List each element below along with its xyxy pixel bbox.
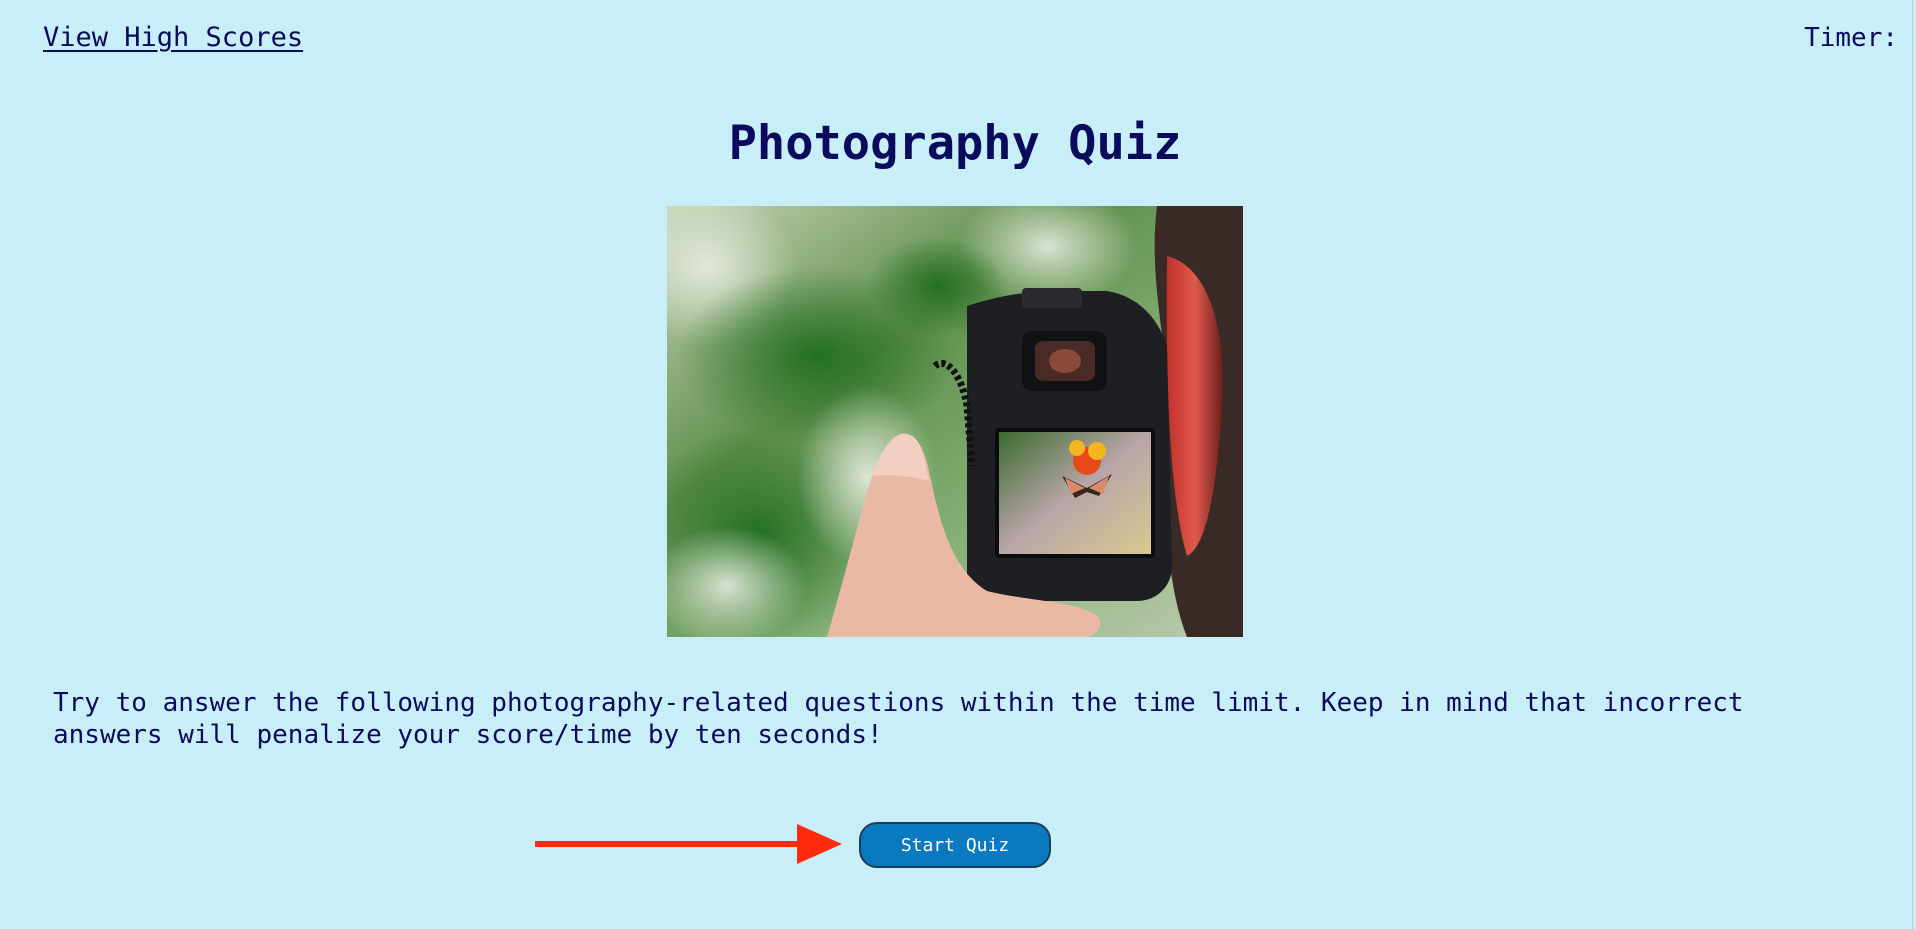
page-title: Photography Quiz xyxy=(728,116,1182,171)
start-quiz-button[interactable]: Start Quiz xyxy=(859,822,1051,868)
timer-label: Timer: xyxy=(1804,23,1898,53)
quiz-description: Try to answer the following photography-… xyxy=(53,688,1744,750)
timer: Timer: xyxy=(1804,23,1906,53)
window-edge xyxy=(1912,0,1916,929)
arrow-right-icon xyxy=(535,824,842,864)
hero-image xyxy=(667,206,1243,637)
view-high-scores-link[interactable]: View High Scores xyxy=(43,22,303,53)
camera-photo-illustration xyxy=(667,206,1243,637)
quiz-start-page: View High Scores Timer: Photography Quiz xyxy=(0,0,1916,929)
